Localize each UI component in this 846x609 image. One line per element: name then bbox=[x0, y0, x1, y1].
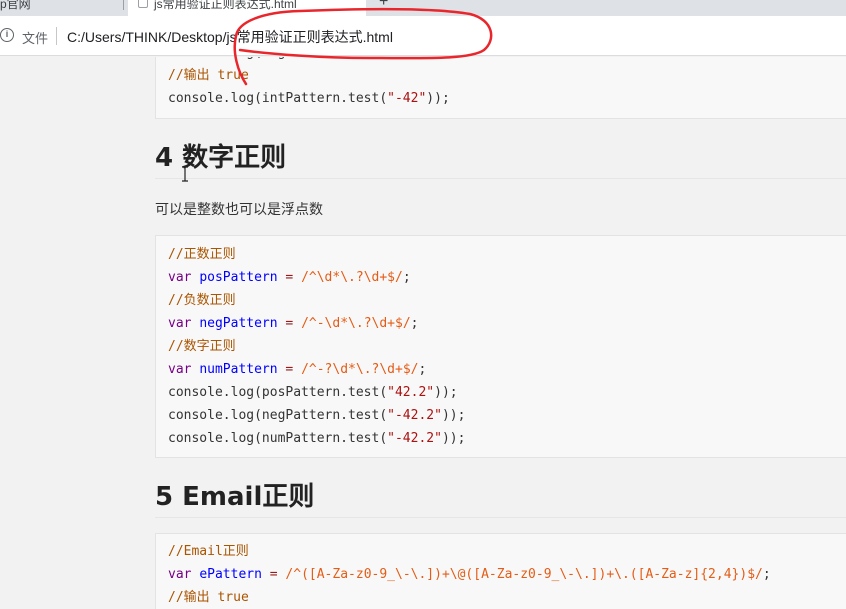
code-token: var bbox=[168, 567, 200, 582]
code-token: console.log(posPattern.test( bbox=[168, 385, 388, 400]
code-token: ePattern bbox=[199, 567, 262, 582]
code-token: negPattern bbox=[199, 316, 278, 331]
section-heading-number: 4 数字正则 bbox=[155, 143, 287, 173]
code-token: ; bbox=[402, 270, 411, 285]
code-line: var posPattern = /^\d*\.?\d+$/; bbox=[168, 268, 411, 288]
info-icon[interactable]: i bbox=[0, 28, 14, 42]
tab-strip: p官网 js常用验证正则表达式.html + bbox=[0, 0, 846, 16]
heading-divider bbox=[155, 178, 846, 179]
code-block-number: //正数正则 var posPattern = /^\d*\.?\d+$/; //负… bbox=[155, 235, 846, 458]
address-bar[interactable]: i 文件 C:/Users/THINK/Desktop/js常用验证正则表达式.… bbox=[0, 16, 846, 56]
code-line: //负数正则 bbox=[168, 291, 236, 311]
code-token: "-42" bbox=[387, 91, 427, 106]
code-token: //负数正则 bbox=[168, 293, 236, 308]
tab-separator bbox=[123, 0, 124, 10]
code-token: ; bbox=[418, 362, 427, 377]
code-line: var numPattern = /^-?\d*\.?\d+$/; bbox=[168, 360, 426, 380]
code-token: = bbox=[277, 316, 302, 331]
code-line: console.log(negPattern.test("-42")); bbox=[168, 57, 450, 63]
text-cursor-icon bbox=[182, 166, 188, 182]
code-line: console.log(posPattern.test("42.2")); bbox=[168, 383, 458, 403]
code-token: "-42.2" bbox=[387, 408, 442, 423]
omnibox-url-text[interactable]: C:/Users/THINK/Desktop/js常用验证正则表达式.html bbox=[67, 27, 393, 47]
tab-title: p官网 bbox=[0, 0, 31, 11]
code-line: var negPattern = /^-\d*\.?\d+$/; bbox=[168, 314, 418, 334]
code-token: ; bbox=[762, 567, 771, 582]
new-tab-button[interactable]: + bbox=[379, 0, 388, 10]
code-line: //正数正则 bbox=[168, 245, 236, 265]
code-token: )); bbox=[441, 408, 466, 423]
code-line: //数字正则 bbox=[168, 337, 236, 357]
code-token: = bbox=[261, 567, 286, 582]
section-heading-email: 5 Email正则 bbox=[155, 482, 315, 512]
code-token: )); bbox=[441, 431, 466, 446]
code-token: var bbox=[168, 270, 200, 285]
omnibox-scheme-label: 文件 bbox=[22, 31, 49, 46]
tab-title: js常用验证正则表达式.html bbox=[154, 0, 297, 11]
code-token: var bbox=[168, 316, 200, 331]
code-token: "42.2" bbox=[387, 385, 435, 400]
code-line: var ePattern = /^([A-Za-z0-9_\-\.])+\@([… bbox=[168, 565, 771, 585]
code-token: "-42.2" bbox=[387, 431, 442, 446]
code-token: ; bbox=[410, 316, 419, 331]
code-token: //输出 bbox=[168, 590, 218, 605]
omnibox-divider bbox=[56, 27, 57, 45]
code-token: true bbox=[217, 590, 249, 605]
code-token: console.log(numPattern.test( bbox=[168, 431, 388, 446]
heading-divider bbox=[155, 517, 846, 518]
file-favicon-icon bbox=[138, 0, 148, 8]
code-token: console.log(intPattern.test( bbox=[168, 91, 388, 106]
code-line: //输出 true bbox=[168, 588, 249, 608]
code-line: //Email正则 bbox=[168, 542, 249, 562]
code-line: console.log(intPattern.test("-42")); bbox=[168, 89, 450, 109]
code-token: posPattern bbox=[199, 270, 278, 285]
section-description: 可以是整数也可以是浮点数 bbox=[155, 202, 323, 218]
code-block-email: //Email正则 var ePattern = /^([A-Za-z0-9_\-… bbox=[155, 533, 846, 609]
code-token: = bbox=[277, 362, 302, 377]
code-token: var bbox=[168, 362, 200, 377]
code-token: console.log(negPattern.test( bbox=[168, 408, 388, 423]
code-token: )); bbox=[434, 385, 458, 400]
code-block-int: console.log(negPattern.test("-42")); //输出… bbox=[155, 57, 846, 119]
code-token: console.log(negPattern.test("-42")); bbox=[168, 57, 450, 60]
code-token: /^\d*\.?\d+$/ bbox=[301, 270, 403, 285]
code-token: )); bbox=[426, 91, 450, 106]
tab-inactive[interactable]: p官网 bbox=[0, 0, 118, 16]
code-token: //Email正则 bbox=[168, 544, 249, 559]
code-token: //输出 true bbox=[168, 68, 249, 83]
code-token: //正数正则 bbox=[168, 247, 236, 262]
code-token: //数字正则 bbox=[168, 339, 236, 354]
tab-active[interactable]: js常用验证正则表达式.html bbox=[128, 0, 366, 16]
code-line: console.log(negPattern.test("-42.2")); bbox=[168, 406, 465, 426]
code-line: //输出 true bbox=[168, 66, 249, 86]
code-token: = bbox=[277, 270, 302, 285]
code-line: console.log(numPattern.test("-42.2")); bbox=[168, 429, 465, 449]
code-token: numPattern bbox=[199, 362, 278, 377]
code-token: /^([A-Za-z0-9_\-\.])+\@([A-Za-z0-9_\-\.]… bbox=[285, 567, 763, 582]
page-content: console.log(negPattern.test("-42"));//输出… bbox=[0, 57, 846, 609]
code-token: /^-?\d*\.?\d+$/ bbox=[301, 362, 419, 377]
code-token: /^-\d*\.?\d+$/ bbox=[301, 316, 411, 331]
